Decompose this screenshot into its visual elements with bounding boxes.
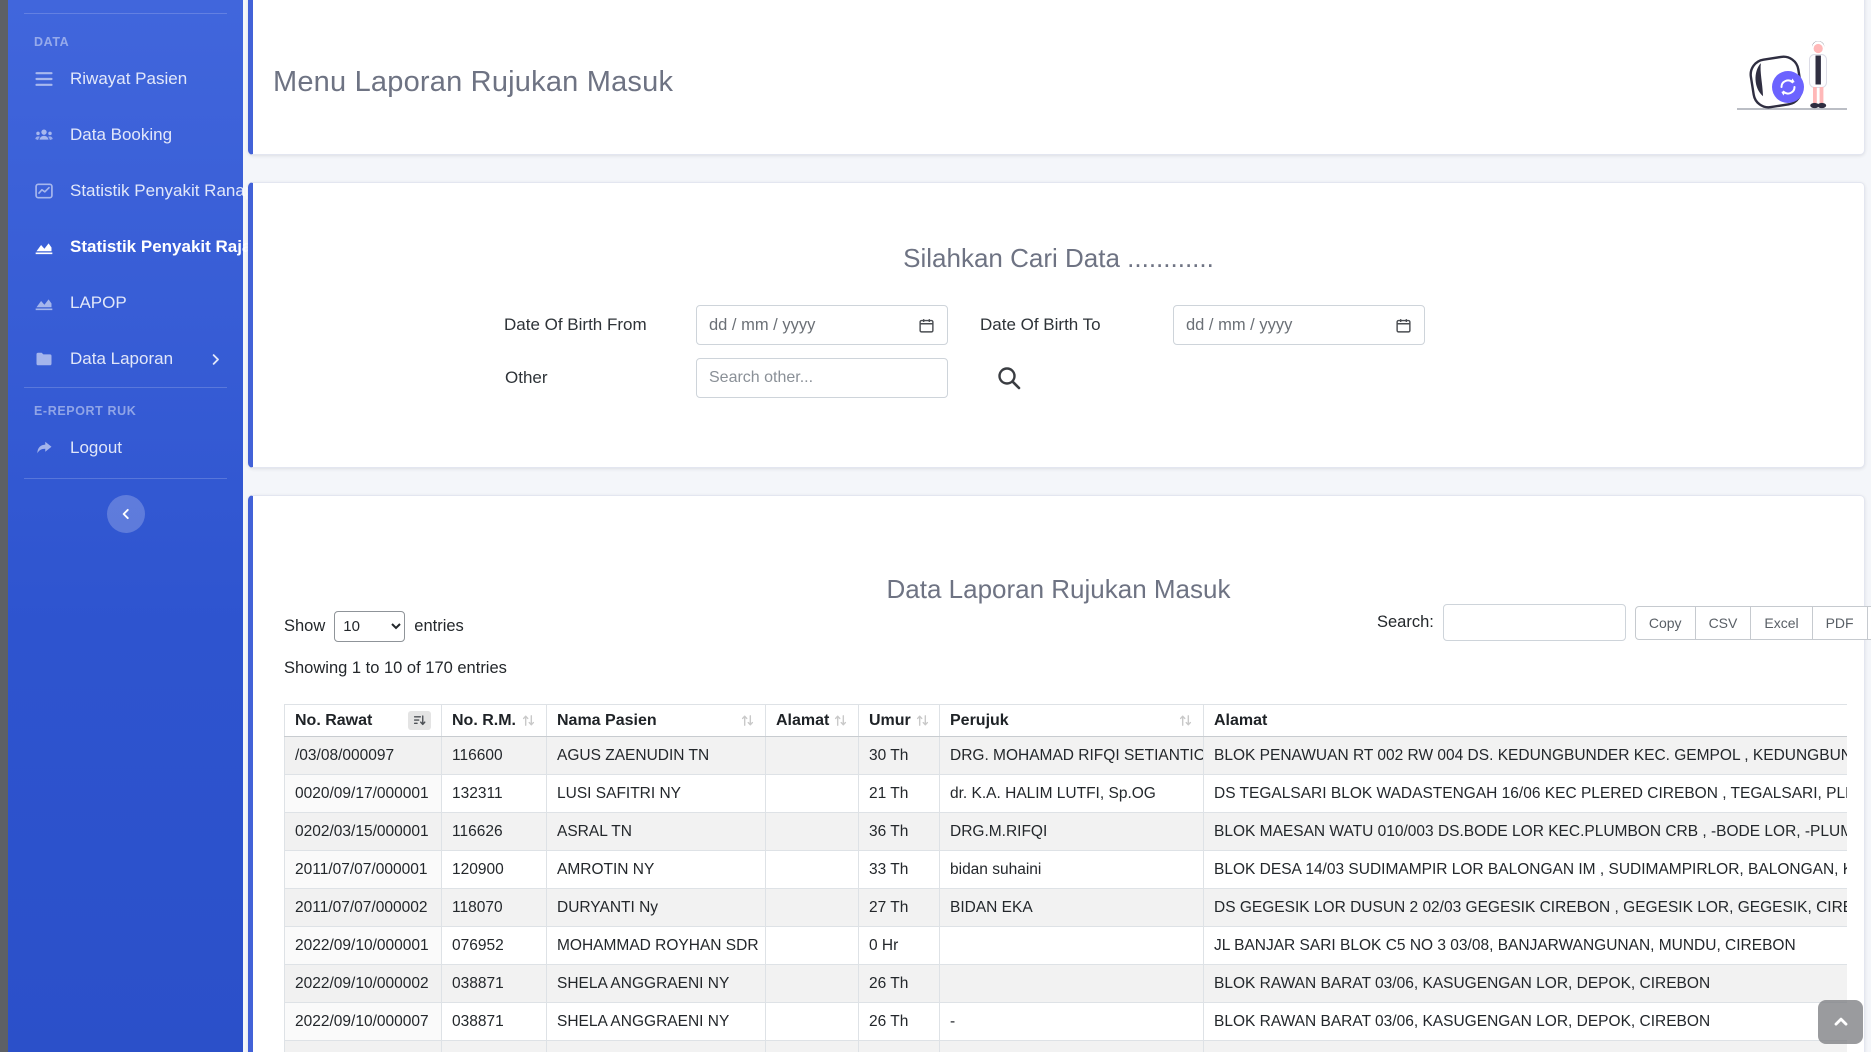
dob-from-label: Date Of Birth From <box>504 305 647 345</box>
dob-to-input[interactable]: dd / mm / yyyy <box>1173 305 1425 345</box>
search-card: Silahkan Cari Data ............ Date Of … <box>248 182 1865 468</box>
table-row: 2022/09/10/000001076952MOHAMMAD ROYHAN S… <box>285 927 1848 965</box>
table-row: 0202/03/15/000001116626ASRAL TN36 ThDRG.… <box>285 813 1848 851</box>
logout-icon <box>34 438 54 458</box>
sidebar-item-statistik-penyakit-ranap[interactable]: Statistik Penyakit Ranap <box>8 163 243 219</box>
users-icon <box>34 125 54 145</box>
column-header-no-rm[interactable]: No. R.M. <box>442 705 547 737</box>
column-header-nama-pasien[interactable]: Nama Pasien <box>547 705 766 737</box>
sort-icon <box>1178 713 1193 728</box>
sidebar-item-label: LAPOP <box>70 293 127 313</box>
data-table-wrapper: No. Rawat No. R.M. <box>284 704 1847 1052</box>
table-row: 2011/07/07/000002118070DURYANTI Ny27 ThB… <box>285 889 1848 927</box>
export-button-group: Copy CSV Excel PDF Print <box>1635 606 1871 640</box>
entries-label: entries <box>414 617 464 636</box>
column-header-alamat[interactable]: Alamat <box>766 705 859 737</box>
calendar-icon[interactable] <box>1395 317 1412 334</box>
area-chart-icon <box>34 293 54 313</box>
table-row: 2022/09/10/000007038871SHELA ANGGRAENI N… <box>285 1003 1848 1041</box>
chevron-up-icon <box>1831 1012 1851 1032</box>
window-edge <box>0 0 8 1052</box>
table-search-input[interactable] <box>1443 604 1626 641</box>
sidebar-item-riwayat-pasien[interactable]: Riwayat Pasien <box>8 51 243 107</box>
sort-icon <box>833 713 848 728</box>
sort-asc-icon <box>408 711 431 730</box>
pdf-button[interactable]: PDF <box>1812 606 1868 640</box>
search-icon <box>995 364 1023 392</box>
sync-illustration <box>1734 34 1854 114</box>
sidebar-item-label: Riwayat Pasien <box>70 69 187 89</box>
sidebar: DATA Riwayat Pasien Data Booking Statist… <box>8 0 243 1052</box>
dob-to-label: Date Of Birth To <box>980 305 1101 345</box>
page-length-select[interactable]: 10 <box>334 611 405 642</box>
sidebar-item-data-booking[interactable]: Data Booking <box>8 107 243 163</box>
folder-icon <box>34 349 54 369</box>
sidebar-item-label: Data Booking <box>70 125 172 145</box>
calendar-icon[interactable] <box>918 317 935 334</box>
copy-button[interactable]: Copy <box>1635 606 1696 640</box>
table-search-control: Search: Copy CSV Excel PDF Print <box>1377 604 1871 641</box>
column-header-perujuk[interactable]: Perujuk <box>940 705 1204 737</box>
table-row: 2022/09/10/000002038871SHELA ANGGRAENI N… <box>285 965 1848 1003</box>
excel-button[interactable]: Excel <box>1750 606 1812 640</box>
sidebar-item-lapop[interactable]: LAPOP <box>8 275 243 331</box>
sort-icon <box>521 713 536 728</box>
chevron-left-icon <box>119 507 133 521</box>
sidebar-item-data-laporan[interactable]: Data Laporan <box>8 331 243 387</box>
other-search-input[interactable] <box>696 358 948 398</box>
column-header-umur[interactable]: Umur <box>859 705 940 737</box>
sidebar-divider <box>24 478 227 479</box>
other-label: Other <box>505 358 548 398</box>
table-card-title: Data Laporan Rujukan Masuk <box>253 574 1864 605</box>
sidebar-item-statistik-penyakit-rajal[interactable]: Statistik Penyakit Rajal <box>8 219 243 275</box>
search-label: Search: <box>1377 613 1434 632</box>
csv-button[interactable]: CSV <box>1695 606 1752 640</box>
page-length-control: Show 10 entries <box>284 611 464 642</box>
scroll-to-top-button[interactable] <box>1818 1000 1863 1044</box>
search-submit-button[interactable] <box>995 364 1025 394</box>
print-button[interactable]: Print <box>1867 606 1871 640</box>
table-card: Data Laporan Rujukan Masuk Show 10 entri… <box>248 495 1865 1052</box>
sidebar-item-label: Statistik Penyakit Rajal <box>70 237 256 257</box>
sidebar-item-label: Data Laporan <box>70 349 173 369</box>
chevron-right-icon <box>208 352 223 367</box>
sidebar-divider <box>24 13 227 14</box>
page-header-card: Menu Laporan Rujukan Masuk <box>248 0 1865 155</box>
column-header-no-rawat[interactable]: No. Rawat <box>285 705 442 737</box>
show-label: Show <box>284 617 325 636</box>
area-chart-icon <box>34 237 54 257</box>
table-row: /03/08/000097116600AGUS ZAENUDIN TN30 Th… <box>285 737 1848 775</box>
date-placeholder: dd / mm / yyyy <box>709 316 815 335</box>
dob-from-input[interactable]: dd / mm / yyyy <box>696 305 948 345</box>
page-title: Menu Laporan Rujukan Masuk <box>273 66 673 99</box>
sidebar-collapse-button[interactable] <box>107 495 145 533</box>
line-chart-icon <box>34 181 54 201</box>
data-table: No. Rawat No. R.M. <box>284 704 1847 1052</box>
table-row: 2011/07/07/000001120900AMROTIN NY33 Thbi… <box>285 851 1848 889</box>
sidebar-heading-data: DATA <box>34 35 243 49</box>
table-info: Showing 1 to 10 of 170 entries <box>284 659 507 678</box>
table-row-partial <box>285 1041 1848 1052</box>
column-header-alamat-2[interactable]: Alamat <box>1204 705 1848 737</box>
sort-icon <box>740 713 755 728</box>
table-row: 0020/09/17/000001132311LUSI SAFITRI NY21… <box>285 775 1848 813</box>
date-placeholder: dd / mm / yyyy <box>1186 316 1292 335</box>
sidebar-item-label: Logout <box>70 438 122 458</box>
sort-icon <box>915 713 930 728</box>
sidebar-divider <box>24 387 227 388</box>
table-header-row: No. Rawat No. R.M. <box>285 705 1848 737</box>
list-icon <box>34 69 54 89</box>
sidebar-item-logout[interactable]: Logout <box>8 420 243 476</box>
search-card-title: Silahkan Cari Data ............ <box>253 243 1864 274</box>
sidebar-item-label: Statistik Penyakit Ranap <box>70 181 254 201</box>
sidebar-heading-ereport: E-REPORT RUK <box>34 404 243 418</box>
